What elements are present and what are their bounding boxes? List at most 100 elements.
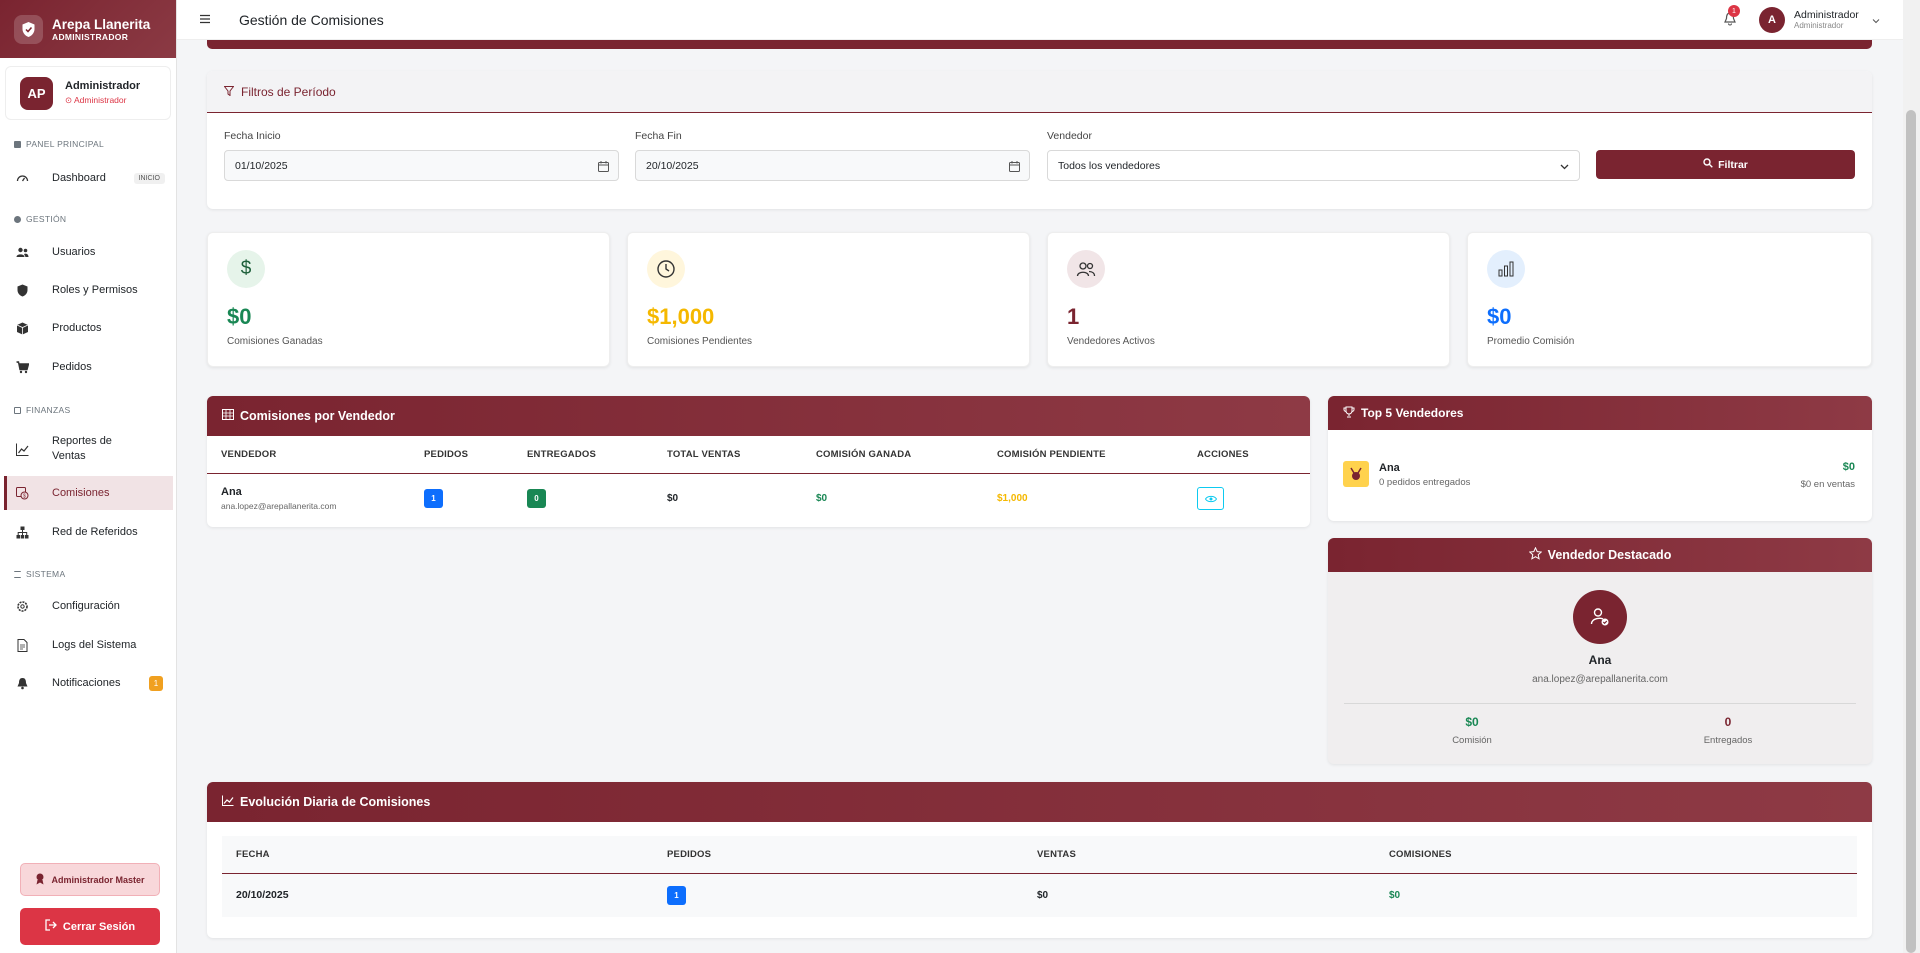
stat-value: $0 xyxy=(227,304,252,329)
comision-ganada-cell: $0 xyxy=(816,492,828,504)
commissions-table: VENDEDOR PEDIDOS ENTREGADOS TOTAL VENTAS… xyxy=(207,436,1310,523)
admin-master-label: Administrador Master xyxy=(51,874,145,885)
sidebar-item-label: Reportes de Ventas xyxy=(52,435,112,462)
topbar-user-name[interactable]: Administrador xyxy=(1794,9,1859,21)
seller-email: ana.lopez@arepallanerita.com xyxy=(221,500,337,511)
filter-icon xyxy=(223,85,235,99)
chart-line-icon xyxy=(222,795,234,809)
sidebar-item-configuracion[interactable]: Configuración xyxy=(4,594,173,618)
trophy-icon xyxy=(1343,406,1355,421)
sidebar-item-pedidos[interactable]: Pedidos xyxy=(4,355,173,379)
shield-icon xyxy=(16,284,29,297)
stat-label: Comisiones Ganadas xyxy=(227,336,323,347)
grid-icon xyxy=(14,140,21,148)
svg-text:$: $ xyxy=(23,493,26,499)
pedidos-badge: 1 xyxy=(667,885,686,905)
featured-seller-title: Vendedor Destacado xyxy=(1547,548,1672,562)
top-seller-sales: $0 en ventas xyxy=(1800,479,1855,490)
shield-logo-icon xyxy=(14,14,43,44)
scrollbar-thumb[interactable] xyxy=(1906,110,1916,953)
sidebar-item-notificaciones[interactable]: Notificaciones 1 xyxy=(4,671,173,695)
dashboard-icon xyxy=(16,172,29,185)
seller-select[interactable]: Todos los vendedores xyxy=(1047,150,1580,181)
end-date-input[interactable]: 20/10/2025 xyxy=(635,150,1030,181)
filter-button[interactable]: Filtrar xyxy=(1596,150,1855,179)
sidebar-item-comisiones[interactable]: $ Comisiones xyxy=(4,476,173,510)
user-card: AP Administrador ⊙ Administrador xyxy=(5,66,171,120)
sidebar-item-productos[interactable]: Productos xyxy=(4,316,173,340)
view-button[interactable] xyxy=(1197,486,1224,510)
calendar-icon[interactable] xyxy=(1009,161,1020,172)
col-ventas: VENTAS xyxy=(1037,848,1077,860)
calendar-icon[interactable] xyxy=(598,161,609,172)
chevron-down-icon xyxy=(1559,161,1570,172)
logout-button[interactable]: Cerrar Sesión xyxy=(20,908,160,945)
stat-value: $1,000 xyxy=(647,304,715,329)
header-card-bottom xyxy=(207,40,1872,49)
money-small-icon xyxy=(14,406,21,414)
sidebar-item-usuarios[interactable]: Usuarios xyxy=(4,240,173,264)
list-item: Ana 0 pedidos entregados $0 $0 en ventas xyxy=(1328,430,1872,521)
user-role-label: Administrador xyxy=(74,95,127,105)
table-header-row: FECHA PEDIDOS VENTAS COMISIONES xyxy=(222,836,1857,873)
col-fecha: FECHA xyxy=(236,848,270,860)
featured-seller-email: ana.lopez@arepallanerita.com xyxy=(1532,674,1668,685)
section-panel-principal: PANEL PRINCIPAL xyxy=(14,139,104,149)
col-acciones: ACCIONES xyxy=(1197,448,1249,460)
stat-card-vendedores-activos: 1 Vendedores Activos xyxy=(1047,232,1450,367)
stat-card-comisiones-ganadas: $ $0 Comisiones Ganadas xyxy=(207,232,610,367)
commission-icon: $ xyxy=(16,486,29,500)
bar-chart-icon xyxy=(1487,250,1525,288)
top-seller-amount: $0 xyxy=(1842,461,1855,473)
sidebar-item-label: Dashboard xyxy=(52,172,106,184)
section-label: PANEL PRINCIPAL xyxy=(26,139,105,149)
stat-label: Comisiones Pendientes xyxy=(647,336,753,347)
sidebar-item-reportes[interactable]: Reportes de Ventas xyxy=(4,432,173,466)
top-seller-detail: 0 pedidos entregados xyxy=(1379,477,1471,488)
sidebar-item-logs[interactable]: Logs del Sistema xyxy=(4,633,173,657)
daily-evolution-card: Evolución Diaria de Comisiones FECHA PED… xyxy=(207,782,1872,938)
sidebar-item-dashboard[interactable]: Dashboard INICIO xyxy=(4,166,173,190)
stat-label: Promedio Comisión xyxy=(1487,336,1575,347)
sidebar-item-roles[interactable]: Roles y Permisos xyxy=(4,278,173,302)
menu-toggle-icon[interactable] xyxy=(199,13,211,25)
sidebar-item-label: Productos xyxy=(52,322,102,334)
logout-label: Cerrar Sesión xyxy=(62,920,136,933)
col-comision-ganada: COMISIÓN GANADA xyxy=(816,448,912,460)
stat-card-comisiones-pendientes: $1,000 Comisiones Pendientes xyxy=(627,232,1030,367)
users-icon xyxy=(1067,250,1105,288)
gear-small-icon xyxy=(14,215,21,223)
daily-table-wrap: FECHA PEDIDOS VENTAS COMISIONES 20/10/20… xyxy=(222,836,1857,917)
col-entregados: ENTREGADOS xyxy=(527,448,597,460)
start-date-input[interactable]: 01/10/2025 xyxy=(224,150,619,181)
filters-title: Filtros de Período xyxy=(241,84,336,99)
bell-icon xyxy=(16,677,29,690)
sidebar-item-label: Pedidos xyxy=(52,361,92,373)
col-pedidos: PEDIDOS xyxy=(667,848,712,860)
section-finanzas: FINANZAS xyxy=(14,405,70,415)
sidebar-item-label: Red de Referidos xyxy=(52,526,138,538)
users-icon xyxy=(16,246,29,259)
sidebar-item-label: Usuarios xyxy=(52,246,96,258)
sidebar-item-label: Roles y Permisos xyxy=(52,284,138,296)
eye-icon xyxy=(1204,491,1217,506)
sidebar-item-label: Configuración xyxy=(52,600,120,612)
topbar: Gestión de Comisiones 1 A Administrador … xyxy=(177,0,1903,40)
page-title: Gestión de Comisiones xyxy=(239,12,384,28)
featured-seller-name: Ana xyxy=(1588,653,1612,667)
sidebar-item-referidos[interactable]: Red de Referidos xyxy=(4,520,173,544)
brand-header[interactable]: Arepa Llanerita ADMINISTRADOR xyxy=(0,0,176,58)
stat-value: 1 xyxy=(1067,304,1080,329)
user-check-icon xyxy=(1573,590,1627,644)
sliders-small-icon xyxy=(14,570,21,578)
comisiones-cell: $0 xyxy=(1389,889,1401,901)
featured-commission-value: $0 xyxy=(1465,715,1479,729)
col-comision-pendiente: COMISIÓN PENDIENTE xyxy=(997,448,1106,460)
start-date-label: Fecha Inicio xyxy=(224,130,281,142)
commissions-table-title: Comisiones por Vendedor xyxy=(240,409,395,423)
section-label: GESTIÓN xyxy=(26,214,67,224)
chevron-down-icon[interactable] xyxy=(1871,14,1881,24)
topbar-user-role: Administrador xyxy=(1794,21,1844,30)
user-avatar[interactable]: A xyxy=(1759,7,1785,33)
notification-count-badge: 1 xyxy=(1728,5,1740,17)
